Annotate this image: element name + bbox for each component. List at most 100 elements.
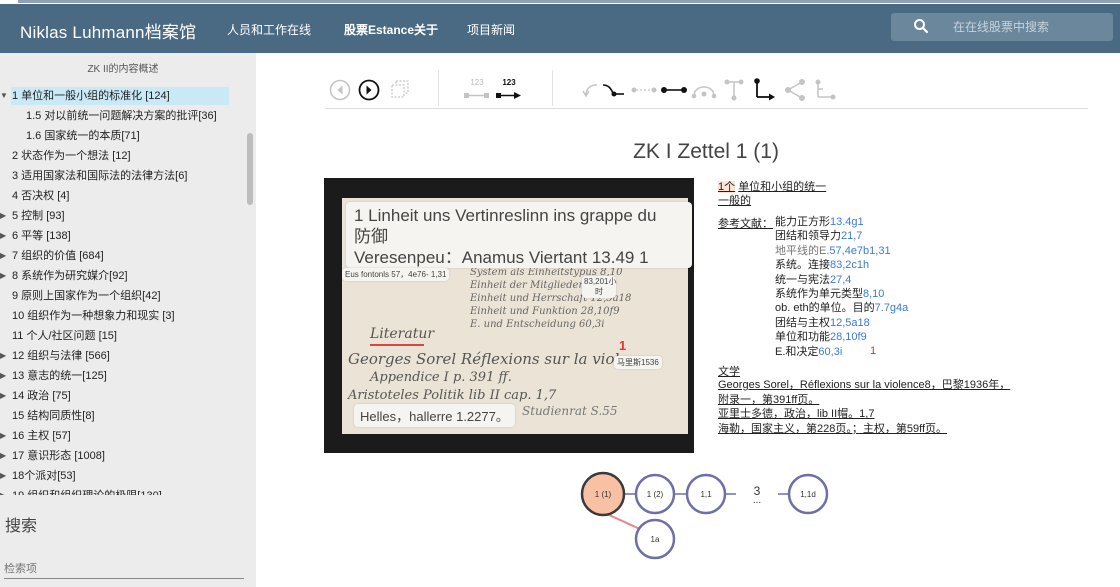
svg-text:1 (1): 1 (1): [595, 490, 612, 499]
numbering-on-toggle[interactable]: 123: [495, 78, 523, 105]
tree-down-icon[interactable]: [723, 78, 745, 102]
expand-right-icon[interactable]: ▶: [0, 487, 10, 495]
forward-icon[interactable]: [358, 79, 380, 101]
expand-right-icon[interactable]: ▶: [0, 267, 10, 285]
sequence-icon[interactable]: [661, 80, 687, 100]
sidebar-item-label: 18个派对[53]: [12, 470, 76, 482]
reference-link[interactable]: 8,10: [863, 288, 884, 300]
sequence-muted-icon[interactable]: [631, 80, 657, 100]
graph-node[interactable]: 1,1d: [787, 473, 829, 515]
card-tag-left: Eus fontonls 57，4e76- 1,31: [342, 268, 450, 281]
card-tag-right: 马里斯1536: [614, 356, 662, 369]
svg-text:1,1d: 1,1d: [800, 490, 816, 499]
sidebar-scrollbar[interactable]: [247, 133, 253, 205]
numbering-off-toggle[interactable]: 123: [463, 78, 491, 105]
reference-text: 能力正方形: [775, 216, 830, 228]
literature-label: 文学: [718, 366, 740, 378]
reference-text: 地平线的E.: [775, 244, 830, 257]
sidebar-item-label: 14 政治 [75]: [12, 390, 71, 402]
sidebar-item-label: 2 状态作为一个想法 [12]: [12, 150, 131, 162]
graph-node[interactable]: 1,1: [685, 473, 727, 515]
reference-link[interactable]: 12,5a18: [830, 317, 870, 329]
reference-item: 地平线的E.57,4e7b1,31: [775, 244, 908, 258]
link-forward-icon[interactable]: [601, 80, 625, 100]
back-icon[interactable]: [329, 79, 351, 101]
sidebar-item-label: 3 适用国家法和国际法的法律方法[6]: [12, 170, 188, 182]
reference-text: 团结与主权: [775, 316, 830, 329]
subtree-icon[interactable]: [813, 78, 837, 102]
copy-icon[interactable]: [390, 79, 410, 99]
reference-link[interactable]: 57,4e7b1,31: [829, 245, 890, 257]
arc-icon[interactable]: [691, 80, 717, 100]
reference-item: 团结和领导力21,7: [775, 229, 908, 243]
reference-item: 能力正方形13.4g1: [775, 215, 908, 229]
sidebar-search-input[interactable]: [4, 560, 244, 579]
sidebar-search-title: 搜索: [5, 518, 38, 535]
top-navbar: Niklas Luhmann档案馆 人员和工作在线 股票Estance关于 项目…: [0, 4, 1120, 53]
reference-link[interactable]: 7.7g4a: [875, 302, 909, 314]
reference-link[interactable]: 83,2c1h: [830, 259, 869, 271]
sidebar-item-label: 7 组织的价值 [684]: [12, 250, 104, 262]
refs-list: 能力正方形13.4g1 团结和领导力21,7 地平线的E.57,4e7b1,31 系统…: [775, 215, 908, 359]
expand-right-icon[interactable]: ▶: [0, 467, 10, 485]
sidebar-item-label: 1.5 对以前统一问题解决方案的批评[36]: [26, 110, 217, 122]
nav-about[interactable]: 股票Estance关于: [344, 21, 438, 38]
reference-link[interactable]: 28,10f9: [830, 331, 867, 343]
sidebar-item-label: 12 组织与法律 [566]: [12, 350, 110, 362]
reference-item: 系统。连接83,2c1h: [775, 258, 908, 272]
reference-text: 团结和领导力: [775, 230, 841, 243]
sidebar-item-label: 16 主权 [57]: [12, 430, 71, 442]
branch-icon[interactable]: [753, 78, 777, 102]
expand-right-icon[interactable]: ▶: [0, 387, 10, 405]
content-tree: ▼ 1 单位和一般小组的标准化 [124] 1.5 对以前统一问题解决方案的批评[3…: [0, 87, 244, 495]
card-tag-hours: 83,201小时: [582, 276, 617, 298]
expand-right-icon[interactable]: ▶: [0, 367, 10, 385]
zettel-heading: 1个 单位和小组的统一 一般的: [718, 181, 827, 207]
graph-node-current[interactable]: 1 (1): [580, 471, 626, 517]
reference-link[interactable]: 21,7: [841, 230, 862, 242]
card-bottom-overlay: Helles，hallerre 1.2277。: [354, 404, 515, 427]
refs-label: 参考文献：: [718, 218, 773, 230]
card-hand-line-4: Studienrat S.55: [522, 404, 618, 418]
svg-text:1 (2): 1 (2): [647, 490, 664, 499]
expand-right-icon[interactable]: ▶: [0, 227, 10, 245]
zettel-graph: 1 (1) 1 (2) 1,1 3 ... 1,1d 1a: [580, 471, 829, 560]
header-search-input[interactable]: [953, 18, 1103, 36]
sidebar-item-label: 9 原则上国家作为一个组织[42]: [12, 290, 161, 302]
expand-right-icon[interactable]: ▶: [0, 427, 10, 445]
sidebar-item-label: 8 系统作为研究媒介[92]: [12, 270, 128, 282]
search-icon[interactable]: [913, 18, 929, 34]
expand-right-icon[interactable]: ▶: [0, 447, 10, 465]
sidebar-title: ZK II的内容概述: [87, 64, 159, 75]
link-back-icon[interactable]: [580, 80, 600, 100]
graph-collapsed-count[interactable]: 3 ...: [753, 484, 761, 506]
reference-text: 系统作为单元类型: [775, 288, 863, 301]
reference-link[interactable]: 60,3i: [818, 346, 842, 358]
reference-text: 单位和功能: [775, 331, 830, 344]
card-hand-line-1: Georges Sorel Réflexions sur la violence: [348, 350, 656, 368]
reference-link[interactable]: 13.4g1: [830, 216, 864, 228]
expand-right-icon[interactable]: ▶: [0, 247, 10, 265]
graph-node[interactable]: 1 (2): [634, 473, 676, 515]
expand-right-icon[interactable]: ▶: [0, 347, 10, 365]
zettel-title: ZK I Zettel 1 (1): [633, 140, 779, 163]
share-icon[interactable]: [783, 78, 807, 102]
literature-item: 附录一，第391ff页。: [718, 393, 820, 406]
expand-right-icon[interactable]: ▶: [0, 207, 10, 225]
literature-item: 海勒，国家主义，第228页。；主权，第59ff页。: [718, 422, 948, 435]
literature-item: Georges Sorel，Réflexions sur la violence…: [718, 379, 1011, 391]
svg-text:...: ...: [753, 495, 761, 506]
sidebar: ZK II的内容概述 ▼ 1 单位和一般小组的标准化 [124] 1.5 对以前统一…: [0, 53, 256, 587]
graph-node-branch[interactable]: 1a: [634, 518, 676, 560]
numbering-on-icon: [496, 92, 521, 99]
nav-news[interactable]: 项目新闻: [467, 21, 515, 38]
reference-link[interactable]: 27,4: [830, 274, 851, 286]
expand-down-icon[interactable]: ▼: [0, 87, 10, 105]
reference-text: 统一与宪法: [775, 273, 830, 286]
sidebar-item-label: 15 结构同质性[8]: [12, 410, 95, 422]
reference-text: E.和决定: [775, 345, 819, 358]
nav-people-work[interactable]: 人员和工作在线: [227, 21, 311, 38]
card-transcription-overlay: 1 Linheit uns Vertinreslinn ins grappe d…: [346, 202, 692, 268]
brand-title[interactable]: Niklas Luhmann档案馆: [20, 18, 196, 43]
sidebar-item-label: 19 组织和组织理论的极限[130]: [11, 487, 163, 495]
